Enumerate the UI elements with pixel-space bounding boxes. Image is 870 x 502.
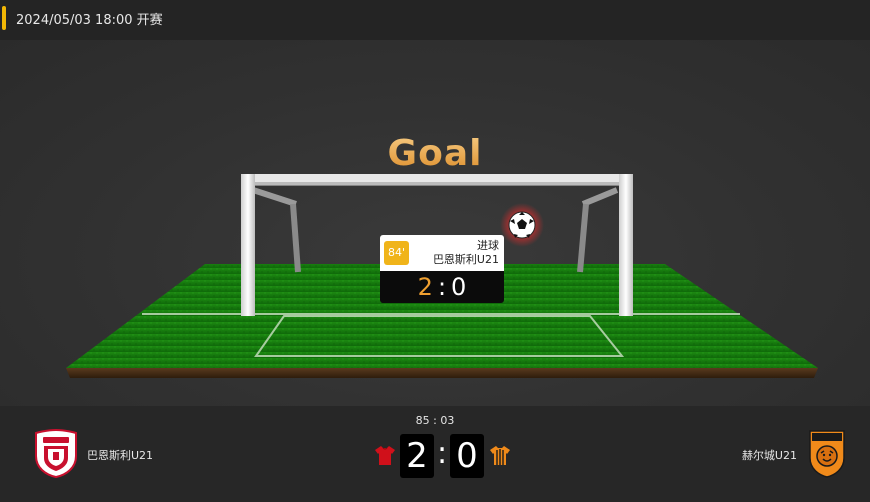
pitch-stage: Goal 84' 进球 巴恩斯利U21 2:0 bbox=[0, 40, 870, 406]
goal-back-bar-left bbox=[252, 187, 297, 207]
score-separator: : bbox=[436, 436, 448, 471]
goal-post-left bbox=[241, 174, 255, 316]
kickoff-datetime: 2024/05/03 18:00 开赛 bbox=[16, 13, 163, 28]
event-type-label: 进球 bbox=[477, 239, 499, 252]
home-kit-icon bbox=[375, 446, 395, 465]
away-score: 0 bbox=[450, 434, 484, 478]
home-team-name: 巴恩斯利U21 bbox=[87, 449, 154, 462]
event-score-away: 0 bbox=[451, 273, 467, 301]
goal-event-popup: 84' 进球 巴恩斯利U21 2:0 bbox=[380, 235, 504, 305]
match-clock: 85 : 03 bbox=[415, 414, 455, 427]
goal-back-support-right bbox=[577, 203, 589, 273]
event-popup-header: 84' 进球 巴恩斯利U21 bbox=[380, 235, 504, 271]
away-kit-icon bbox=[490, 446, 510, 465]
barnsley-crest-icon bbox=[35, 428, 77, 478]
header-accent-bar bbox=[2, 6, 6, 30]
goal-title: Goal bbox=[0, 133, 870, 174]
goal-post-right bbox=[619, 174, 633, 316]
goal-crossbar-shade bbox=[241, 182, 633, 186]
hull-city-crest-icon bbox=[809, 430, 845, 478]
event-minute-badge: 84' bbox=[384, 241, 409, 265]
away-team-name: 赫尔城U21 bbox=[741, 449, 797, 462]
pitch-soil-edge bbox=[66, 368, 818, 378]
goal-back-support-left bbox=[290, 203, 301, 273]
match-animation-widget: 2024/05/03 18:00 开赛 Goal 84' 进球 巴恩斯利U21 … bbox=[0, 0, 870, 502]
event-description: 进球 巴恩斯利U21 bbox=[433, 239, 499, 267]
football-icon bbox=[508, 211, 536, 239]
event-team-label: 巴恩斯利U21 bbox=[432, 253, 499, 266]
event-score-separator: : bbox=[437, 273, 447, 301]
event-score-home: 2 bbox=[417, 273, 433, 301]
goal-back-bar-right bbox=[581, 187, 619, 207]
home-score: 2 bbox=[400, 434, 434, 478]
match-header: 2024/05/03 18:00 开赛 bbox=[0, 0, 870, 40]
scoreboard: 85 : 03 巴恩斯利U21 2 : 0 赫尔城U21 bbox=[0, 406, 870, 502]
pitch-graphic bbox=[66, 174, 818, 378]
event-score: 2:0 bbox=[380, 271, 504, 303]
